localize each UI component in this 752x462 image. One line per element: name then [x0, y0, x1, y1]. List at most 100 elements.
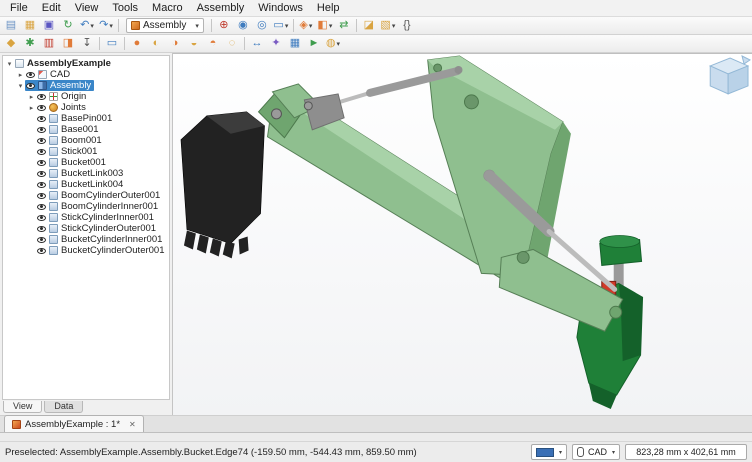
tree-item-bucketlink004[interactable]: BucketLink004 — [3, 179, 169, 190]
visibility-eye-icon[interactable] — [37, 204, 46, 210]
fit-selection-button[interactable]: ◉ — [234, 18, 252, 34]
visibility-eye-icon[interactable] — [26, 72, 35, 78]
menu-macro[interactable]: Macro — [145, 1, 190, 16]
navigation-style-combo[interactable]: CAD ▾ — [572, 444, 620, 460]
open-document-button[interactable]: ▦ — [21, 18, 39, 34]
tree-item-content[interactable]: Boom001 — [36, 135, 105, 146]
bill-of-materials-button[interactable]: ▦ — [286, 36, 304, 52]
tree-item-content[interactable]: StickCylinderInner001 — [36, 212, 157, 223]
menu-view[interactable]: View — [68, 1, 106, 16]
tree-item-assembly[interactable]: ▾ Assembly — [3, 80, 169, 91]
close-icon[interactable]: ✕ — [129, 420, 136, 429]
menu-assembly[interactable]: Assembly — [190, 1, 252, 16]
insert-component-button[interactable]: ▥ — [40, 36, 58, 52]
draw-style-combo[interactable]: ▾ — [531, 444, 567, 460]
navigation-cube[interactable] — [710, 56, 750, 94]
draw-style-button[interactable]: ▭ ▾ — [272, 18, 290, 34]
measure-button[interactable]: ↔ — [248, 36, 266, 52]
visibility-eye-icon[interactable] — [37, 160, 46, 166]
tree-item-content[interactable]: BucketLink004 — [36, 179, 126, 190]
tree-item-content[interactable]: BucketLink003 — [36, 168, 126, 179]
redo-button[interactable]: ↷ ▾ — [97, 18, 115, 34]
tree-item-boomcylinderinner001[interactable]: BoomCylinderInner001 — [3, 201, 169, 212]
tree-item-content[interactable]: Origin — [36, 91, 89, 102]
zoom-box-button[interactable]: ◎ — [253, 18, 271, 34]
tree-item-bucketlink003[interactable]: BucketLink003 — [3, 168, 169, 179]
tree-item-content[interactable]: BoomCylinderInner001 — [36, 201, 161, 212]
tree-item-assemblyexample[interactable]: ▾ AssemblyExample — [3, 58, 169, 69]
visibility-eye-icon[interactable] — [37, 116, 46, 122]
expression-editor-button[interactable]: {} — [398, 18, 416, 34]
tree-item-content[interactable]: BoomCylinderOuter001 — [36, 190, 163, 201]
tree-item-stickcylinderouter001[interactable]: StickCylinderOuter001 — [3, 223, 169, 234]
tree-item-content[interactable]: Base001 — [36, 124, 102, 135]
tree-item-basepin001[interactable]: BasePin001 — [3, 113, 169, 124]
exploded-view-button[interactable]: ✦ — [267, 36, 285, 52]
visibility-eye-icon[interactable] — [37, 237, 46, 243]
tree-item-content[interactable]: Bucket001 — [36, 157, 109, 168]
visibility-eye-icon[interactable] — [37, 226, 46, 232]
visibility-eye-icon[interactable] — [37, 182, 46, 188]
panel-tab-data[interactable]: Data — [44, 401, 83, 413]
new-part-button[interactable]: ◨ — [59, 36, 77, 52]
tree-item-content[interactable]: Joints — [36, 102, 89, 113]
fit-all-button[interactable]: ⊕ — [215, 18, 233, 34]
new-document-button[interactable]: ▤ — [2, 18, 20, 34]
visibility-eye-icon[interactable] — [37, 94, 46, 100]
menu-help[interactable]: Help — [310, 1, 347, 16]
menu-windows[interactable]: Windows — [251, 1, 310, 16]
menu-file[interactable]: File — [3, 1, 35, 16]
tree-item-boom001[interactable]: Boom001 — [3, 135, 169, 146]
visibility-eye-icon[interactable] — [26, 83, 35, 89]
tree-item-content[interactable]: CAD — [25, 69, 73, 80]
visibility-eye-icon[interactable] — [37, 193, 46, 199]
undo-button[interactable]: ↶ ▾ — [78, 18, 96, 34]
document-tab-assemblyexample[interactable]: AssemblyExample : 1* ✕ — [4, 415, 144, 432]
visibility-eye-icon[interactable] — [37, 149, 46, 155]
tree-expander-icon[interactable]: ▾ — [16, 82, 25, 90]
tree-item-base001[interactable]: Base001 — [3, 124, 169, 135]
tree-item-content[interactable]: AssemblyExample — [14, 58, 114, 69]
tree-item-stickcylinderinner001[interactable]: StickCylinderInner001 — [3, 212, 169, 223]
nav-cube-corner[interactable] — [742, 56, 750, 64]
visibility-eye-icon[interactable] — [37, 138, 46, 144]
visibility-eye-icon[interactable] — [37, 215, 46, 221]
bucket-part[interactable] — [181, 112, 265, 259]
tree-item-joints[interactable]: ▸ Joints — [3, 102, 169, 113]
tree-item-bucketcylinderinner001[interactable]: BucketCylinderInner001 — [3, 234, 169, 245]
joint-slider-button[interactable]: ◒ — [185, 36, 203, 52]
3d-viewport[interactable] — [173, 53, 752, 415]
axonometric-view-button[interactable]: ◈ ▾ — [297, 18, 315, 34]
tree-item-content[interactable]: BucketCylinderInner001 — [36, 234, 165, 245]
visibility-eye-icon[interactable] — [37, 105, 46, 111]
tree-item-content[interactable]: Stick001 — [36, 146, 100, 157]
named-views-button[interactable]: ◧ ▾ — [316, 18, 334, 34]
tree-item-origin[interactable]: ▸ Origin — [3, 91, 169, 102]
toggle-grounded-button[interactable]: ↧ — [78, 36, 96, 52]
refresh-button[interactable]: ↻ — [59, 18, 77, 34]
save-document-button[interactable]: ▣ — [40, 18, 58, 34]
tree-item-content[interactable]: Assembly — [25, 80, 94, 91]
tree-expander-icon[interactable]: ▸ — [27, 93, 36, 101]
joint-distance-button[interactable]: ◌ — [223, 36, 241, 52]
tree-item-bucket001[interactable]: Bucket001 — [3, 157, 169, 168]
tree-item-stick001[interactable]: Stick001 — [3, 146, 169, 157]
menu-edit[interactable]: Edit — [35, 1, 68, 16]
tree-expander-icon[interactable]: ▾ — [5, 60, 14, 68]
tree-item-bucketcylinderouter001[interactable]: BucketCylinderOuter001 — [3, 245, 169, 256]
solve-assembly-button[interactable]: ✱ — [21, 36, 39, 52]
tree-item-content[interactable]: BucketCylinderOuter001 — [36, 245, 168, 256]
visibility-eye-icon[interactable] — [37, 127, 46, 133]
create-group-button[interactable]: ▧ ▾ — [379, 18, 397, 34]
visibility-eye-icon[interactable] — [37, 248, 46, 254]
create-part-button[interactable]: ◪ — [360, 18, 378, 34]
tree-expander-icon[interactable]: ▸ — [27, 104, 36, 112]
tree-item-content[interactable]: StickCylinderOuter001 — [36, 223, 159, 234]
more-joints-button[interactable]: ◍ ▾ — [324, 36, 342, 52]
visibility-eye-icon[interactable] — [37, 171, 46, 177]
menu-tools[interactable]: Tools — [105, 1, 145, 16]
joint-cylindrical-button[interactable]: ◑ — [166, 36, 184, 52]
joint-revolute-button[interactable]: ◐ — [147, 36, 165, 52]
joint-ball-button[interactable]: ◓ — [204, 36, 222, 52]
create-assembly-button[interactable]: ◆ — [2, 36, 20, 52]
